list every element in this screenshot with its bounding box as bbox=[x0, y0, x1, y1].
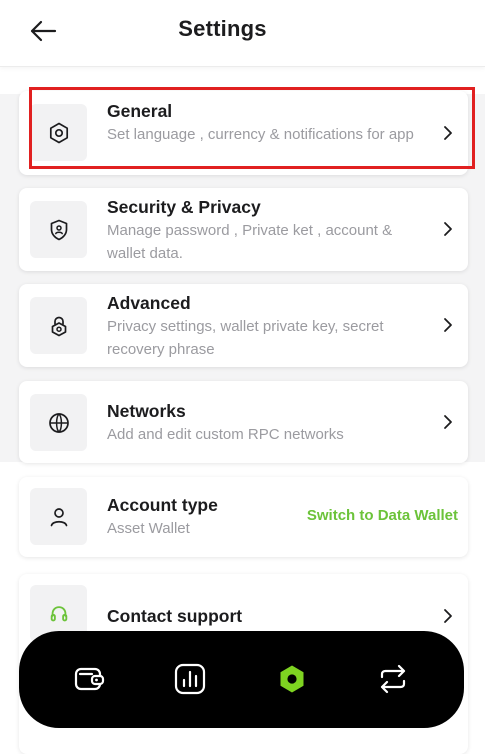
hexagon-settings-icon bbox=[49, 122, 68, 143]
switch-wallet-link[interactable]: Switch to Data Wallet bbox=[307, 507, 458, 524]
bottom-nav bbox=[19, 631, 464, 728]
header-bar: Settings bbox=[0, 0, 485, 67]
shield-user-icon bbox=[50, 219, 67, 240]
settings-item-icon-box bbox=[30, 201, 87, 258]
globe-icon bbox=[48, 412, 69, 433]
chevron-right-icon bbox=[444, 609, 452, 623]
nav-swap[interactable] bbox=[375, 661, 411, 697]
settings-item-description: Set language , currency & notifications … bbox=[107, 126, 414, 143]
hexagon-settings-icon bbox=[280, 665, 304, 693]
chevron-right-icon bbox=[444, 126, 452, 140]
swap-icon bbox=[380, 664, 406, 694]
nav-wallet[interactable] bbox=[71, 661, 107, 697]
settings-item-networks[interactable]: Networks Add and edit custom RPC network… bbox=[19, 381, 468, 463]
settings-item-description: Add and edit custom RPC networks bbox=[107, 426, 344, 443]
settings-item-description: Manage password , Private ket , account … bbox=[107, 222, 393, 262]
settings-item-account-type: Account type Asset Wallet Switch to Data… bbox=[19, 477, 468, 557]
nav-settings[interactable] bbox=[274, 661, 310, 697]
settings-item-title: Networks bbox=[107, 401, 186, 421]
settings-item-title: Security & Privacy bbox=[107, 197, 261, 217]
settings-item-icon-box bbox=[30, 104, 87, 161]
chevron-right-icon bbox=[444, 222, 452, 236]
page-title: Settings bbox=[178, 16, 267, 41]
lock-gear-icon bbox=[51, 316, 66, 336]
settings-item-icon-box bbox=[30, 297, 87, 354]
headset-icon bbox=[50, 605, 67, 621]
settings-item-icon-box bbox=[30, 394, 87, 451]
settings-item-title: Advanced bbox=[107, 293, 191, 313]
user-icon bbox=[50, 507, 67, 526]
settings-item-description: Privacy settings, wallet private key, se… bbox=[107, 318, 384, 358]
settings-item-general[interactable]: General Set language , currency & notifi… bbox=[19, 91, 468, 175]
chevron-right-icon bbox=[444, 318, 452, 332]
settings-item-title: General bbox=[107, 101, 173, 121]
settings-item-security-privacy[interactable]: Security & Privacy Manage password , Pri… bbox=[19, 188, 468, 271]
account-type-title: Account type bbox=[107, 495, 218, 515]
settings-item-title: Contact support bbox=[107, 606, 243, 626]
chevron-right-icon bbox=[444, 415, 452, 429]
nav-stats[interactable] bbox=[172, 661, 208, 697]
settings-item-advanced[interactable]: Advanced Privacy settings, wallet privat… bbox=[19, 284, 468, 367]
settings-item-icon-box bbox=[30, 488, 87, 545]
chart-icon bbox=[174, 663, 206, 695]
wallet-icon bbox=[74, 667, 105, 691]
